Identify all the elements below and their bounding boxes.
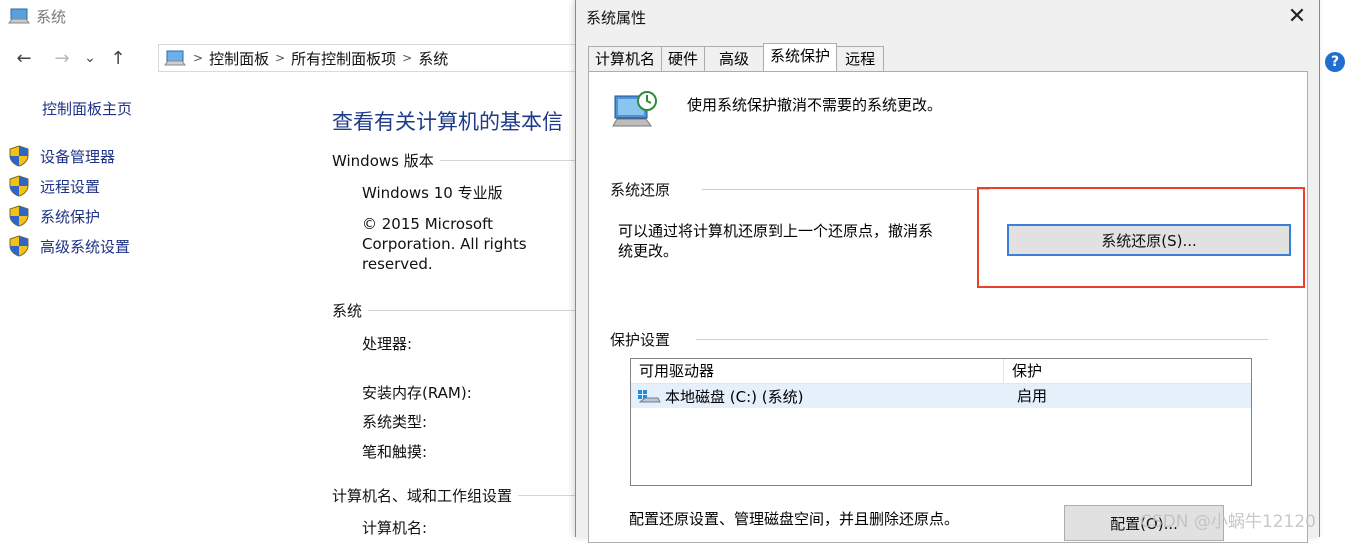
windows-edition-section: Windows 版本 <box>332 150 592 171</box>
dialog-title: 系统属性 <box>586 9 647 27</box>
computer-icon <box>8 8 30 24</box>
drive-list[interactable]: 可用驱动器 保护 本地磁盘 (C:) (系统) 启用 <box>630 358 1252 486</box>
restore-description-line: 统更改。 <box>618 242 679 260</box>
breadcrumb-system[interactable]: 系统 <box>418 48 448 69</box>
system-properties-dialog: 系统属性 ✕ 计算机名 硬件 高级 系统保护 远程 使用系统保护撤消不需要的系统… <box>575 0 1320 543</box>
tab-system-protection[interactable]: 系统保护 <box>763 43 838 71</box>
window-title-text: 系统 <box>36 7 67 26</box>
system-protection-panel: 使用系统保护撤消不需要的系统更改。 系统还原 可以通过将计算机还原到上一个还原点… <box>588 71 1308 543</box>
sidebar-item-system-protection[interactable]: 系统保护 <box>8 204 100 228</box>
restore-description-line: 可以通过将计算机还原到上一个还原点，撤消系 <box>618 222 934 240</box>
group-title: 系统还原 <box>610 181 671 199</box>
help-icon[interactable]: ? <box>1325 52 1345 72</box>
background-window-edge <box>1318 0 1348 537</box>
system-restore-button[interactable]: 系统还原(S)... <box>1007 224 1291 256</box>
drive-name: 本地磁盘 (C:) (系统) <box>665 387 804 406</box>
page-title: 查看有关计算机的基本信 <box>332 110 563 134</box>
tab-strip: 计算机名 硬件 高级 系统保护 远程 <box>588 43 885 71</box>
breadcrumb-control-panel[interactable]: 控制面板 <box>209 48 269 69</box>
address-bar[interactable]: > 控制面板 > 所有控制面板项 > 系统 <box>158 44 580 72</box>
control-panel-home-link[interactable]: 控制面板主页 <box>42 98 132 119</box>
pen-touch-label: 笔和触摸: <box>362 443 428 461</box>
control-panel-icon <box>164 50 186 66</box>
config-description: 配置还原设置、管理磁盘空间，并且删除还原点。 <box>629 510 960 528</box>
processor-label: 处理器: <box>362 335 413 353</box>
column-header-drive[interactable]: 可用驱动器 <box>631 359 1004 383</box>
recent-locations-dropdown[interactable]: ⌄ <box>76 50 104 66</box>
breadcrumb-separator: > <box>402 51 413 65</box>
uac-shield-icon <box>9 145 29 167</box>
uac-shield-icon <box>9 175 29 197</box>
windows-edition-name: Windows 10 专业版 <box>362 184 503 202</box>
back-button[interactable]: ← <box>10 48 38 69</box>
drive-cell: 本地磁盘 (C:) (系统) <box>631 384 1001 408</box>
section-title: 系统 <box>332 302 363 320</box>
list-header: 可用驱动器 保护 <box>631 359 1251 384</box>
uac-shield-icon <box>9 205 29 227</box>
forward-button[interactable]: → <box>48 48 76 69</box>
sidebar-item-label: 设备管理器 <box>40 147 116 166</box>
ram-label: 安装内存(RAM): <box>362 384 472 402</box>
watermark: CSDN @小蜗牛12120 <box>1140 512 1316 532</box>
table-row[interactable]: 本地磁盘 (C:) (系统) 启用 <box>631 384 1251 408</box>
computer-name-section: 计算机名、域和工作组设置 <box>332 485 592 506</box>
tab-hardware[interactable]: 硬件 <box>661 46 706 71</box>
sidebar-item-device-manager[interactable]: 设备管理器 <box>8 144 115 168</box>
sidebar-item-remote-settings[interactable]: 远程设置 <box>8 174 100 198</box>
system-type-label: 系统类型: <box>362 413 428 431</box>
intro-text: 使用系统保护撤消不需要的系统更改。 <box>687 96 943 114</box>
protection-status: 启用 <box>1017 387 1048 405</box>
sidebar-item-label: 高级系统设置 <box>40 237 131 256</box>
sidebar-item-label: 远程设置 <box>40 177 101 196</box>
up-button[interactable]: ↑ <box>104 48 132 69</box>
computer-name-label: 计算机名: <box>362 519 428 537</box>
close-button[interactable]: ✕ <box>1282 2 1312 32</box>
restore-description: 可以通过将计算机还原到上一个还原点，撤消系 统更改。 <box>618 221 1003 261</box>
drive-icon <box>638 390 661 403</box>
breadcrumb-separator: > <box>193 51 204 65</box>
section-title: Windows 版本 <box>332 152 434 170</box>
system-window-title: 系统 <box>8 4 66 28</box>
tab-remote[interactable]: 远程 <box>836 46 885 71</box>
copyright-text: © 2015 Microsoft Corporation. All rights… <box>362 215 527 273</box>
section-title: 计算机名、域和工作组设置 <box>332 487 513 505</box>
group-title: 保护设置 <box>610 331 671 349</box>
breadcrumb-all-items[interactable]: 所有控制面板项 <box>291 48 396 69</box>
breadcrumb-separator: > <box>275 51 286 65</box>
navigation-bar: ← → ⌄ ↑ <box>10 44 132 72</box>
system-restore-group: 系统还原 <box>610 179 991 200</box>
column-header-protection[interactable]: 保护 <box>1004 359 1042 383</box>
system-protection-icon <box>612 91 657 127</box>
sidebar-item-label: 系统保护 <box>40 207 101 226</box>
sidebar-item-advanced-settings[interactable]: 高级系统设置 <box>8 234 130 258</box>
uac-shield-icon <box>9 235 29 257</box>
system-section: 系统 <box>332 300 592 321</box>
protection-settings-group: 保护设置 <box>610 329 1269 350</box>
tab-advanced[interactable]: 高级 <box>704 46 765 71</box>
tab-computer-name[interactable]: 计算机名 <box>588 46 663 71</box>
